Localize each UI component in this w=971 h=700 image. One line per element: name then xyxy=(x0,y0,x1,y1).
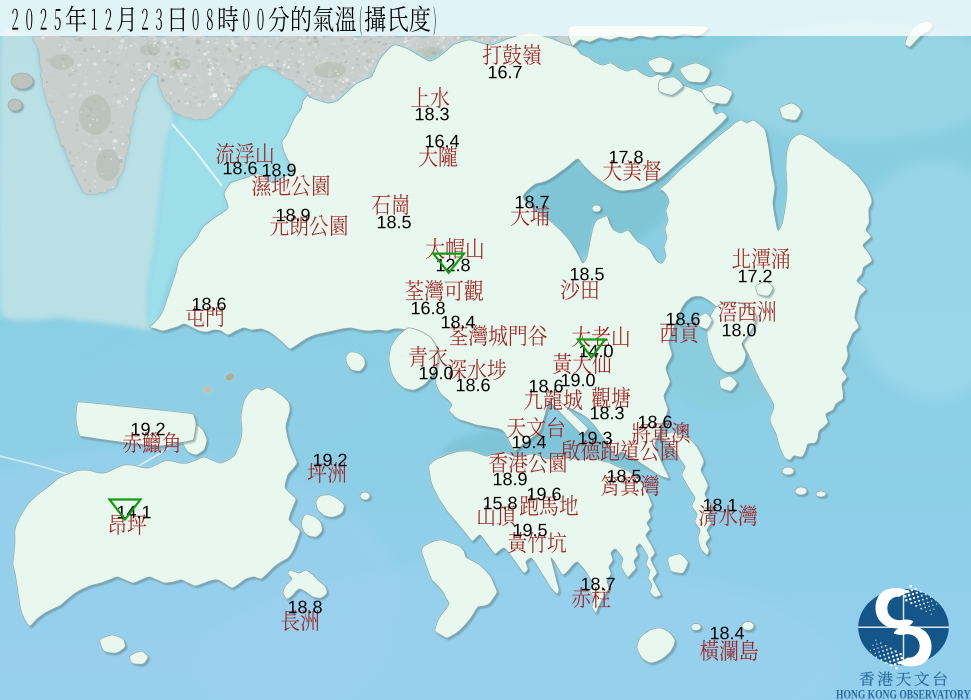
svg-text:HONG KONG OBSERVATORY: HONG KONG OBSERVATORY xyxy=(836,688,971,700)
